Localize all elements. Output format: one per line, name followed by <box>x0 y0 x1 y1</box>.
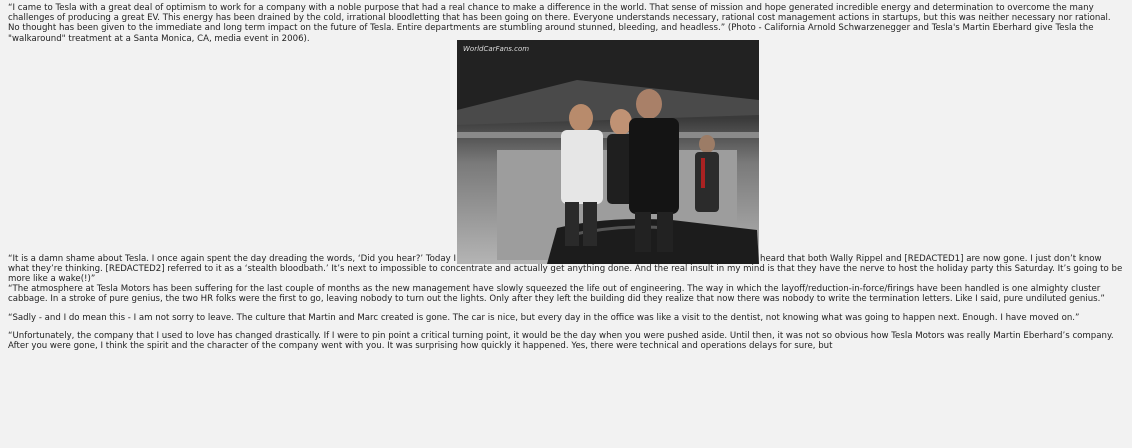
paragraph-4: “Sadly - and I do mean this - I am not s… <box>8 312 1080 323</box>
photo-watermark: WorldCarFans.com <box>463 44 530 53</box>
paragraph-2: “It is a damn shame about Tesla. I once … <box>8 39 1124 284</box>
paragraph-5: “Unfortunately, the company that I used … <box>8 330 1114 352</box>
paragraph-2-start: “It is a damn shame about Tesla. I once … <box>8 253 456 264</box>
article-body: “I came to Tesla with a great deal of op… <box>0 0 1132 351</box>
paragraph-1: “I came to Tesla with a great deal of op… <box>8 3 1111 44</box>
article-photo[interactable]: WorldCarFans.com <box>457 39 759 264</box>
paragraph-3: “The atmosphere at Tesla Motors has been… <box>8 284 1105 305</box>
